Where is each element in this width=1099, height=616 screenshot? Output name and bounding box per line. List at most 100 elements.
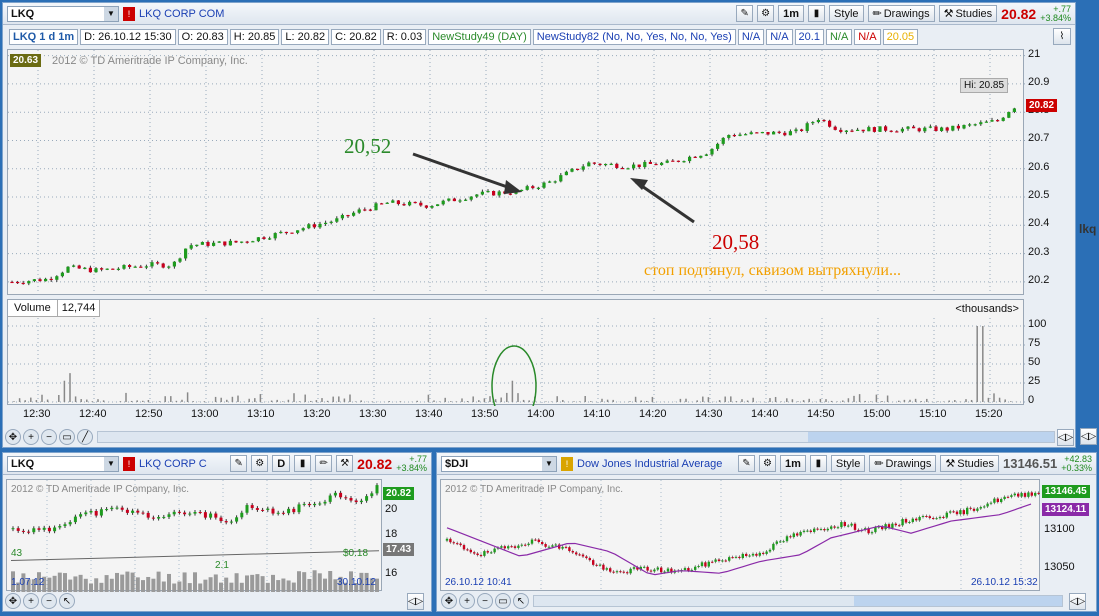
br-style-button[interactable]: Style bbox=[830, 455, 866, 472]
chart-options-icon[interactable]: ⌇ bbox=[1053, 28, 1071, 45]
br-symbol-input[interactable]: $DJI ▼ bbox=[441, 455, 557, 472]
chart-scrollbar[interactable] bbox=[97, 431, 1055, 443]
study-val-5: N/A bbox=[854, 29, 881, 45]
wrench-icon[interactable]: ✎ bbox=[737, 455, 755, 472]
pan-icon[interactable]: ✥ bbox=[441, 593, 457, 609]
reset-icon[interactable]: ▭ bbox=[59, 429, 75, 445]
symbol-input[interactable]: LKQ ▼ bbox=[7, 5, 119, 22]
bl-period-button[interactable]: D bbox=[272, 455, 291, 472]
br-scrollbar[interactable] bbox=[533, 595, 1063, 607]
candle-body bbox=[853, 523, 857, 530]
bars-icon[interactable]: ▮ bbox=[809, 455, 827, 472]
candle-body bbox=[60, 272, 64, 277]
pan-icon[interactable]: ✥ bbox=[5, 593, 21, 609]
zoom-in-icon[interactable]: + bbox=[459, 593, 475, 609]
chevron-down-icon[interactable]: ▼ bbox=[104, 6, 118, 21]
cursor-icon[interactable]: ↖ bbox=[513, 593, 529, 609]
candle-body bbox=[612, 571, 615, 573]
candle-body bbox=[32, 279, 36, 282]
zoom-out-icon[interactable]: − bbox=[477, 593, 493, 609]
tools-icon[interactable]: ⚙ bbox=[251, 455, 269, 472]
wrench-icon[interactable]: ✎ bbox=[230, 455, 248, 472]
bl-chart[interactable]: 2012 © TD Ameritrade IP Company, Inc. 43… bbox=[6, 479, 382, 592]
hi-label: Hi: 20.85 bbox=[960, 78, 1009, 93]
br-chart[interactable]: 2012 © TD Ameritrade IP Company, Inc. 26… bbox=[440, 479, 1040, 592]
drawings-button[interactable]: ✏ Drawings bbox=[867, 5, 935, 22]
wrench-icon[interactable]: ✎ bbox=[736, 5, 754, 22]
volume-tick: 25 bbox=[1028, 375, 1041, 387]
line-tool-icon[interactable]: ╱ bbox=[77, 429, 93, 445]
candle-body bbox=[184, 248, 188, 259]
bars-icon[interactable]: ▮ bbox=[808, 5, 826, 22]
bl-symbol-input[interactable]: LKQ ▼ bbox=[7, 455, 119, 472]
zoom-in-icon[interactable]: + bbox=[23, 429, 39, 445]
bl-header: LKQ ▼ ! LKQ CORP C ✎ ⚙ D ▮ ✏ ⚒ 20.82 +.77… bbox=[3, 453, 431, 475]
volume-bar bbox=[198, 583, 203, 592]
zoom-out-icon[interactable]: − bbox=[41, 593, 57, 609]
price-chart[interactable]: 20.63 2012 © TD Ameritrade IP Company, I… bbox=[7, 49, 1025, 296]
candle-body bbox=[324, 222, 328, 225]
candle-body bbox=[598, 163, 602, 166]
side-scroll-icon[interactable]: ◁▷ bbox=[1080, 428, 1097, 445]
style-button[interactable]: Style bbox=[829, 5, 864, 22]
candle-body bbox=[714, 559, 717, 562]
period-button[interactable]: 1m bbox=[778, 5, 805, 22]
bl-scroll-end-icon[interactable]: ◁▷ bbox=[407, 593, 424, 610]
candle-body bbox=[354, 500, 358, 503]
candle-body bbox=[200, 242, 204, 245]
candle-body bbox=[224, 521, 228, 523]
cursor-icon[interactable]: ↖ bbox=[59, 593, 75, 609]
candle-body bbox=[476, 553, 479, 556]
candle-body bbox=[707, 561, 710, 567]
pencil-icon: ✏ bbox=[872, 8, 882, 20]
candle-body bbox=[122, 265, 126, 269]
candle-body bbox=[775, 541, 778, 544]
candle-body bbox=[665, 160, 669, 163]
candle-body bbox=[694, 566, 697, 570]
chevron-down-icon[interactable]: ▼ bbox=[104, 456, 118, 471]
pencil-icon[interactable]: ✏ bbox=[315, 455, 333, 472]
studies-button[interactable]: ⚒ Studies bbox=[938, 5, 998, 22]
candle-body bbox=[666, 568, 670, 572]
volume-bar bbox=[182, 572, 187, 592]
volume-highlight-ellipse bbox=[491, 345, 537, 406]
price-tick: 21 bbox=[1028, 47, 1041, 60]
alert-icon[interactable]: ! bbox=[123, 456, 135, 471]
br-period-button[interactable]: 1m bbox=[779, 455, 806, 472]
br-scroll-end-icon[interactable]: ◁▷ bbox=[1069, 593, 1086, 610]
price-tag: 20.82 bbox=[1026, 99, 1058, 112]
time-axis: 12:30 12:40 12:50 13:00 13:10 13:20 13:30 13:40… bbox=[7, 408, 1024, 424]
volume-bar bbox=[307, 578, 312, 592]
scroll-end-icon[interactable]: ◁▷ bbox=[1057, 429, 1074, 446]
candle-body bbox=[564, 171, 568, 176]
br-change-block: +42.83 +0.33% bbox=[1061, 454, 1092, 473]
candle-body bbox=[16, 528, 20, 531]
br-studies-button[interactable]: ⚒ Studies bbox=[940, 455, 999, 472]
candle-body bbox=[58, 526, 62, 528]
zoom-out-icon[interactable]: − bbox=[41, 429, 57, 445]
candle-body bbox=[94, 510, 98, 516]
reset-icon[interactable]: ▭ bbox=[495, 593, 511, 609]
alert-icon[interactable]: ! bbox=[123, 6, 135, 21]
tools-icon[interactable]: ⚙ bbox=[757, 5, 775, 22]
alert-icon[interactable]: ! bbox=[561, 456, 573, 471]
candle-body bbox=[823, 529, 826, 531]
price-tick: 20.3 bbox=[1028, 245, 1050, 258]
candle-body bbox=[850, 523, 853, 526]
volume-chart[interactable]: Volume 12,744 <thousands> bbox=[7, 299, 1025, 406]
tools-icon[interactable]: ⚙ bbox=[758, 455, 776, 472]
candle-body bbox=[359, 500, 363, 503]
bars-icon[interactable]: ▮ bbox=[294, 455, 312, 472]
bl-ma-tag: 17.43 bbox=[383, 543, 415, 556]
candle-body bbox=[42, 527, 46, 530]
br-drawings-button[interactable]: ✏ Drawings bbox=[869, 455, 937, 472]
studies-icon[interactable]: ⚒ bbox=[336, 455, 354, 472]
chevron-down-icon[interactable]: ▼ bbox=[542, 456, 556, 471]
zoom-in-icon[interactable]: + bbox=[23, 593, 39, 609]
pan-icon[interactable]: ✥ bbox=[5, 429, 21, 445]
candle-body bbox=[183, 512, 187, 515]
br-y-13050: 13050 bbox=[1044, 561, 1075, 573]
scroll-thumb[interactable] bbox=[808, 432, 1054, 442]
candle-body bbox=[301, 228, 305, 231]
br-scroll-thumb[interactable] bbox=[854, 596, 1062, 606]
